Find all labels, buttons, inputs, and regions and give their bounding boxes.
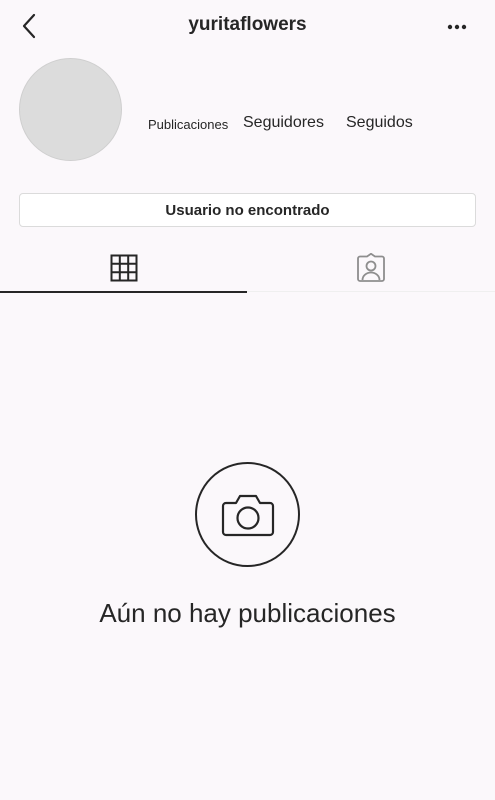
camera-icon [221, 494, 274, 536]
profile-tabs [0, 243, 495, 293]
posts-stat-label[interactable]: Publicaciones [148, 117, 228, 132]
tab-grid[interactable] [0, 243, 247, 293]
more-horizontal-icon [447, 24, 467, 30]
more-options-button[interactable] [443, 15, 471, 39]
grid-icon [110, 254, 137, 281]
profile-screen: yuritaflowers Publicaciones Seguidores S… [0, 0, 495, 800]
top-bar: yuritaflowers [0, 0, 495, 54]
empty-state-message: Aún no hay publicaciones [99, 598, 396, 628]
followers-stat-label[interactable]: Seguidores [243, 114, 324, 132]
profile-username: yuritaflowers [188, 14, 307, 35]
following-stat-label[interactable]: Seguidos [346, 114, 413, 132]
user-not-found-button[interactable]: Usuario no encontrado [19, 193, 476, 227]
tab-tagged[interactable] [247, 243, 494, 292]
active-tab-indicator [0, 291, 247, 293]
empty-state-camera [195, 462, 300, 567]
tagged-user-icon [356, 252, 385, 282]
avatar[interactable] [19, 58, 122, 161]
